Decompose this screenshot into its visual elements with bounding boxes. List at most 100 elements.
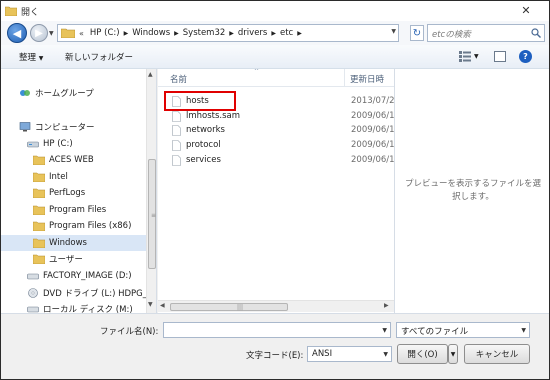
help-icon[interactable]: ? bbox=[519, 50, 532, 63]
navigation-pane: ホームグループ コンピューター HP (C:) ACES WEB Intel P… bbox=[1, 69, 157, 313]
scrollbar-thumb[interactable]: ≡ bbox=[148, 159, 156, 269]
chevron-down-icon: ▼ bbox=[383, 351, 388, 358]
dialog-footer: ファイル名(N): ▼ すべてのファイル ▼ 文字コード(E): ANSI ▼ … bbox=[1, 313, 549, 379]
computer-icon bbox=[19, 122, 31, 132]
cancel-button[interactable]: キャンセル bbox=[464, 344, 530, 364]
file-icon bbox=[172, 155, 181, 166]
file-name: services bbox=[186, 155, 221, 165]
breadcrumb-separator[interactable]: ▶ bbox=[123, 30, 130, 37]
recent-locations-dropdown[interactable]: ▼ bbox=[49, 30, 54, 37]
nav-item-label: ユーザー bbox=[49, 255, 83, 265]
open-button[interactable]: 開く(O) bbox=[397, 344, 448, 364]
folder-icon bbox=[33, 254, 45, 264]
forward-button[interactable]: ▶ bbox=[30, 24, 48, 42]
filename-input[interactable]: ▼ bbox=[163, 322, 391, 338]
column-header-date[interactable]: 更新日時 bbox=[350, 73, 384, 85]
drive-icon bbox=[27, 273, 39, 280]
command-bar: 整理 ▼ 新しいフォルダー ▼ ? bbox=[1, 45, 549, 69]
search-icon[interactable] bbox=[531, 28, 541, 38]
organize-button[interactable]: 整理 ▼ bbox=[19, 51, 43, 63]
help-glyph: ? bbox=[523, 52, 528, 61]
breadcrumb-system32[interactable]: System32 bbox=[180, 28, 229, 38]
folder-icon bbox=[33, 238, 45, 248]
nav-item-label: Program Files (x86) bbox=[49, 221, 132, 231]
scroll-up-arrow-icon[interactable]: ▲ bbox=[148, 71, 153, 78]
encoding-label: 文字コード(E): bbox=[246, 351, 304, 361]
preview-pane-toggle[interactable] bbox=[494, 51, 506, 62]
nav-item-intel[interactable]: Intel bbox=[33, 169, 139, 185]
address-bar[interactable]: « HP (C:) ▶ Windows ▶ System32 ▶ drivers… bbox=[57, 24, 399, 42]
nav-item-program-files[interactable]: Program Files bbox=[33, 202, 139, 218]
nav-item-aces-web[interactable]: ACES WEB bbox=[33, 152, 139, 168]
filename-history-dropdown[interactable]: ▼ bbox=[382, 327, 387, 334]
chevron-down-icon: ▼ bbox=[521, 327, 526, 334]
breadcrumb-separator[interactable]: ▶ bbox=[173, 30, 180, 37]
folder-icon bbox=[33, 205, 45, 215]
homegroup-icon bbox=[20, 90, 30, 96]
file-row-services[interactable]: services 2009/06/1 bbox=[158, 153, 394, 168]
encoding-select[interactable]: ANSI ▼ bbox=[307, 346, 392, 362]
back-button[interactable]: ◀ bbox=[7, 23, 27, 43]
nav-item-homegroup[interactable]: ホームグループ bbox=[19, 85, 139, 101]
breadcrumb-windows[interactable]: Windows bbox=[129, 28, 173, 38]
nav-item-windows[interactable]: Windows bbox=[1, 235, 146, 251]
column-divider[interactable] bbox=[344, 69, 345, 87]
nav-item-label: ローカル ディスク (M:) bbox=[43, 305, 133, 313]
nav-item-local-disk-m[interactable]: ローカル ディスク (M:) bbox=[27, 301, 145, 313]
view-options-icon[interactable] bbox=[459, 51, 471, 62]
nav-item-dvd-drive[interactable]: DVD ドライブ (L:) HDPG_ bbox=[27, 285, 147, 301]
scroll-left-arrow-icon[interactable]: ◀ bbox=[160, 302, 165, 309]
address-dropdown-button[interactable]: ▼ bbox=[391, 28, 396, 35]
scrollbar-thumb[interactable]: ||| bbox=[170, 303, 288, 311]
file-icon bbox=[172, 140, 181, 151]
refresh-button[interactable]: ↻ bbox=[410, 25, 424, 41]
breadcrumb-hp-c[interactable]: HP (C:) bbox=[87, 28, 123, 38]
scroll-right-arrow-icon[interactable]: ▶ bbox=[384, 302, 389, 309]
nav-item-factory-image[interactable]: FACTORY_IMAGE (D:) bbox=[27, 268, 145, 284]
view-chevron-down-icon[interactable]: ▼ bbox=[474, 53, 479, 60]
cancel-button-label: キャンセル bbox=[475, 350, 519, 360]
file-row-lmhosts[interactable]: lmhosts.sam 2009/06/1 bbox=[158, 109, 394, 124]
scrollbar-grip-icon: ||| bbox=[237, 304, 244, 311]
breadcrumb-separator[interactable]: ▶ bbox=[228, 30, 235, 37]
breadcrumb-drivers[interactable]: drivers bbox=[235, 28, 270, 38]
file-name: networks bbox=[186, 125, 225, 135]
breadcrumb-separator[interactable]: ▶ bbox=[270, 30, 277, 37]
sort-ascending-icon: ^ bbox=[254, 69, 260, 75]
window-title: 開く bbox=[21, 8, 40, 18]
encoding-value: ANSI bbox=[312, 349, 333, 359]
file-date: 2009/06/1 bbox=[351, 140, 394, 150]
open-options-dropdown[interactable]: ▼ bbox=[448, 344, 458, 364]
file-name: hosts bbox=[186, 96, 209, 106]
address-row: ◀ ▶ ▼ « HP (C:) ▶ Windows ▶ System32 ▶ d… bbox=[1, 21, 549, 45]
file-date: 2009/06/1 bbox=[351, 155, 394, 165]
file-row-hosts[interactable]: hosts 2013/07/2 bbox=[158, 91, 394, 111]
search-placeholder: etcの検索 bbox=[432, 30, 471, 40]
breadcrumb-etc[interactable]: etc bbox=[277, 28, 296, 38]
file-list-scrollbar[interactable]: ◀ ||| ▶ bbox=[158, 300, 394, 312]
nav-item-users[interactable]: ユーザー bbox=[33, 251, 139, 267]
nav-item-label: DVD ドライブ (L:) HDPG_ bbox=[43, 289, 147, 299]
file-row-protocol[interactable]: protocol 2009/06/1 bbox=[158, 138, 394, 153]
file-row-networks[interactable]: networks 2009/06/1 bbox=[158, 123, 394, 138]
nav-item-program-files-x86[interactable]: Program Files (x86) bbox=[33, 218, 139, 234]
organize-chevron-down-icon: ▼ bbox=[38, 55, 44, 62]
nav-pane-scrollbar[interactable]: ▲ ≡ ▼ bbox=[146, 69, 156, 313]
nav-item-computer[interactable]: コンピューター bbox=[19, 119, 139, 135]
close-button[interactable]: ✕ bbox=[505, 2, 547, 19]
search-input[interactable]: etcの検索 bbox=[427, 24, 545, 42]
file-type-select[interactable]: すべてのファイル ▼ bbox=[396, 322, 530, 338]
overflow-chevron[interactable]: « bbox=[75, 29, 87, 38]
nav-item-label: ホームグループ bbox=[35, 89, 94, 99]
folder-icon bbox=[33, 188, 45, 198]
close-icon: ✕ bbox=[521, 4, 531, 17]
new-folder-button[interactable]: 新しいフォルダー bbox=[65, 51, 133, 63]
forward-arrow-icon: ▶ bbox=[35, 27, 43, 39]
breadcrumb-separator[interactable]: ▶ bbox=[296, 30, 303, 37]
column-header-name[interactable]: 名前 bbox=[170, 73, 187, 85]
nav-item-perflogs[interactable]: PerfLogs bbox=[33, 185, 139, 201]
nav-item-hp-c[interactable]: HP (C:) bbox=[27, 136, 139, 152]
chevron-down-icon: ▼ bbox=[450, 350, 456, 358]
scroll-down-arrow-icon[interactable]: ▼ bbox=[148, 301, 153, 308]
title-bar: 開く ✕ bbox=[1, 1, 549, 21]
